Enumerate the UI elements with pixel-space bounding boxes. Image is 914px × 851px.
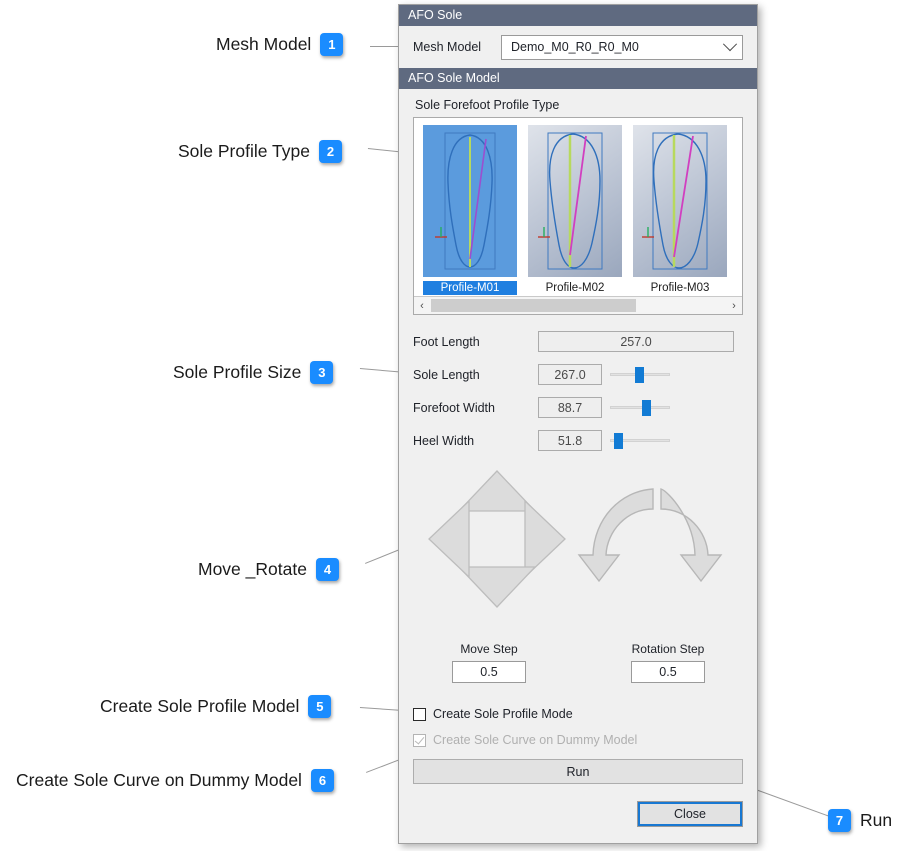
heel-width-slider-thumb[interactable]: [614, 433, 624, 449]
heel-width-slider[interactable]: [610, 430, 670, 451]
annotation-3: Sole Profile Size 3: [173, 361, 334, 384]
mesh-model-dropdown[interactable]: Demo_M0_R0_R0_M0: [501, 34, 743, 60]
annotation-3-badge: 3: [310, 361, 334, 384]
mesh-model-label: Mesh Model: [413, 40, 482, 54]
profile-caption-m01: Profile-M01: [423, 281, 517, 295]
annotation-5-badge: 5: [308, 695, 332, 718]
profile-thumbnail-image-m03: [633, 125, 727, 277]
scrollbar-thumb[interactable]: [431, 299, 636, 312]
chevron-down-icon: [722, 37, 738, 52]
close-button[interactable]: Close: [637, 801, 743, 827]
annotation-1: Mesh Model 1: [216, 33, 344, 56]
annotation-4-badge: 4: [315, 558, 339, 581]
step-fields-row: Move Step 0.5 Rotation Step 0.5: [399, 642, 757, 683]
annotation-6-badge: 6: [310, 769, 334, 792]
mesh-model-value: Demo_M0_R0_R0_M0: [511, 40, 639, 54]
annotation-6: Create Sole Curve on Dummy Model 6: [16, 769, 334, 792]
leader-line-1: [370, 46, 400, 47]
profile-item-m01[interactable]: Profile-M01: [423, 125, 517, 295]
group-header-afo-sole: AFO Sole: [399, 5, 757, 26]
size-row-sole-length: Sole Length 267.0: [399, 358, 757, 391]
move-arrow-pad: [423, 465, 571, 613]
create-sole-curve-label: Create Sole Curve on Dummy Model: [433, 733, 638, 747]
annotation-2: Sole Profile Type 2: [178, 140, 342, 163]
move-step-input[interactable]: 0.5: [452, 661, 526, 683]
move-up-arrow-icon: [457, 470, 537, 512]
rotate-cw-arrow-icon: [660, 488, 723, 583]
rotate-ccw-arrow-icon: [577, 488, 654, 583]
annotation-1-label: Mesh Model: [216, 34, 312, 54]
group-header-afo-sole-model: AFO Sole Model: [399, 68, 757, 89]
create-sole-profile-mode-label: Create Sole Profile Mode: [433, 707, 573, 721]
rotate-arrow-pad: [577, 483, 737, 595]
move-step-label: Move Step: [460, 642, 518, 656]
create-sole-curve-row: Create Sole Curve on Dummy Model: [399, 727, 757, 753]
rotation-step-group: Rotation Step 0.5: [579, 642, 757, 683]
sole-length-slider-thumb[interactable]: [635, 367, 645, 383]
annotation-4: Move _Rotate 4: [198, 558, 339, 581]
heel-width-label: Heel Width: [413, 433, 475, 448]
profile-item-m02[interactable]: Profile-M02: [528, 125, 622, 295]
create-sole-profile-mode-checkbox[interactable]: [413, 707, 426, 721]
forefoot-width-value: 88.7: [538, 397, 602, 418]
annotation-5-label: Create Sole Profile Model: [100, 696, 300, 716]
forefoot-width-label: Forefoot Width: [413, 400, 495, 415]
annotation-6-label: Create Sole Curve on Dummy Model: [16, 770, 302, 790]
annotation-3-label: Sole Profile Size: [173, 362, 302, 382]
profile-thumbnail-image-m02: [528, 125, 622, 277]
move-down-arrow-icon: [457, 566, 537, 608]
foot-length-value: 257.0: [538, 331, 734, 352]
rotation-step-label: Rotation Step: [631, 642, 705, 656]
profile-caption-m02: Profile-M02: [545, 282, 605, 294]
move-rotate-controls: [399, 457, 757, 642]
rotation-step-input[interactable]: 0.5: [631, 661, 705, 683]
create-sole-profile-mode-row[interactable]: Create Sole Profile Mode: [399, 701, 757, 727]
profile-caption-m03: Profile-M03: [650, 282, 710, 294]
heel-width-value: 51.8: [538, 430, 602, 451]
run-button[interactable]: Run: [413, 759, 743, 784]
forefoot-width-slider-thumb[interactable]: [641, 400, 651, 416]
annotation-1-badge: 1: [320, 33, 344, 56]
profile-type-title: Sole Forefoot Profile Type: [415, 98, 560, 112]
annotation-4-label: Move _Rotate: [198, 559, 307, 579]
profile-horizontal-scrollbar[interactable]: ‹ ›: [414, 296, 742, 314]
sole-length-slider[interactable]: [610, 364, 670, 385]
annotation-2-badge: 2: [318, 140, 342, 163]
forefoot-width-slider[interactable]: [610, 397, 670, 418]
scroll-right-arrow-icon[interactable]: ›: [726, 297, 742, 314]
foot-length-label: Foot Length: [413, 334, 480, 349]
scroll-left-arrow-icon[interactable]: ‹: [414, 297, 430, 314]
profile-thumbnail-image-m01: [423, 125, 517, 277]
annotation-7-badge: 7: [828, 809, 851, 832]
annotation-5: Create Sole Profile Model 5: [100, 695, 332, 718]
move-right-arrow-icon: [524, 499, 566, 579]
create-sole-curve-checkbox: [413, 733, 426, 747]
size-row-foot-length: Foot Length 257.0: [399, 325, 757, 358]
forefoot-width-slider-track: [610, 406, 670, 409]
sole-length-label: Sole Length: [413, 367, 480, 382]
annotation-7: 7 Run: [828, 809, 892, 832]
mesh-model-row: Mesh Model Demo_M0_R0_R0_M0: [399, 26, 757, 68]
move-step-group: Move Step 0.5: [399, 642, 579, 683]
move-left-arrow-icon: [428, 499, 470, 579]
close-button-row: Close: [399, 784, 757, 827]
annotation-2-label: Sole Profile Type: [178, 141, 310, 161]
size-row-heel-width: Heel Width 51.8: [399, 424, 757, 457]
profile-type-listbox[interactable]: Profile-M01 Profile-M02 Profile-M03 ‹ ›: [413, 117, 743, 315]
sole-length-value: 267.0: [538, 364, 602, 385]
size-row-forefoot-width: Forefoot Width 88.7: [399, 391, 757, 424]
afo-sole-dialog: AFO Sole Mesh Model Demo_M0_R0_R0_M0 AFO…: [398, 4, 758, 844]
profile-item-m03[interactable]: Profile-M03: [633, 125, 727, 295]
profile-thumbnail-strip: Profile-M01 Profile-M02 Profile-M03: [414, 118, 742, 295]
annotation-7-label: Run: [860, 810, 893, 830]
